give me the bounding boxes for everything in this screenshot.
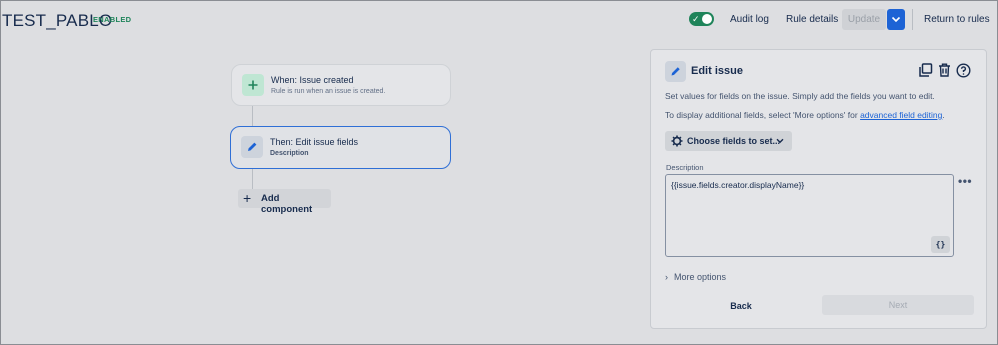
panel-hint-suffix: . (942, 110, 945, 120)
rule-details-link[interactable]: Rule details (786, 14, 838, 25)
action-subtitle: Description (270, 150, 309, 157)
gear-icon (671, 135, 683, 147)
choose-fields-label: Choose fields to set... (687, 136, 781, 146)
chevron-right-icon: › (665, 272, 668, 282)
back-button[interactable]: Back (711, 297, 771, 315)
panel-title: Edit issue (691, 65, 743, 77)
help-icon[interactable] (956, 63, 971, 81)
update-button[interactable]: Update (842, 9, 886, 30)
trigger-title: When: Issue created (271, 75, 354, 85)
more-options-label: More options (674, 272, 727, 282)
smart-values-button[interactable]: {} (931, 236, 950, 253)
panel-hint: To display additional fields, select 'Mo… (665, 110, 945, 120)
edit-issue-panel: Edit issue Set values for fields on the … (650, 49, 987, 329)
trash-icon[interactable] (938, 63, 951, 80)
pencil-icon (241, 136, 263, 158)
rule-enabled-toggle[interactable]: ✓ (689, 12, 714, 26)
action-title: Then: Edit issue fields (270, 137, 359, 147)
next-button[interactable]: Next (822, 295, 974, 315)
flow-connector (252, 106, 253, 126)
check-icon: ✓ (692, 14, 700, 24)
description-field-label: Description (666, 163, 704, 172)
plus-icon: + (243, 190, 252, 206)
plus-icon (242, 74, 264, 96)
trigger-card[interactable]: When: Issue created Rule is run when an … (231, 64, 451, 106)
choose-fields-dropdown[interactable]: Choose fields to set... (665, 131, 792, 151)
more-icon[interactable]: ••• (958, 175, 972, 187)
status-badge: ENABLED (93, 15, 132, 24)
action-card[interactable]: Then: Edit issue fields Description (230, 126, 451, 169)
chevron-down-icon (891, 16, 901, 23)
add-component-label: Add component (261, 193, 313, 215)
audit-log-link[interactable]: Audit log (730, 14, 769, 25)
panel-hint-text: To display additional fields, select 'Mo… (665, 110, 861, 120)
trigger-subtitle: Rule is run when an issue is created. (271, 88, 386, 95)
toggle-knob (702, 14, 712, 24)
advanced-field-editing-link[interactable]: advanced field editing (860, 110, 942, 120)
description-value: {{issue.fields.creator.displayName}} (671, 180, 805, 190)
panel-description: Set values for fields on the issue. Simp… (665, 91, 935, 101)
add-component-button[interactable]: + Add component (238, 189, 331, 215)
header-divider (912, 9, 913, 30)
update-dropdown-button[interactable] (887, 9, 905, 30)
return-to-rules-link[interactable]: Return to rules (924, 14, 990, 25)
description-field[interactable]: {{issue.fields.creator.displayName}} {} (665, 174, 954, 257)
pencil-icon (665, 61, 686, 82)
flow-connector (252, 169, 253, 189)
more-options-toggle[interactable]: › More options (665, 272, 726, 282)
chevron-down-icon (776, 138, 784, 144)
duplicate-icon[interactable] (919, 63, 933, 80)
